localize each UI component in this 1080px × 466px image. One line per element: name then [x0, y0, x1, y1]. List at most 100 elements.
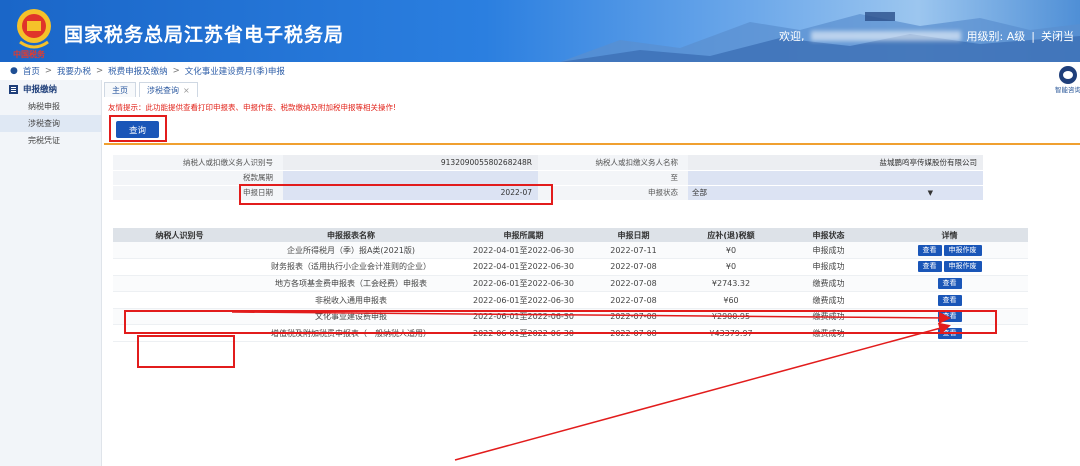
location-pin-icon: ● [10, 66, 18, 76]
emblem-caption: 中国税务 [13, 50, 45, 59]
table-row: 财务报表（适用执行小企业会计准则的企业） 2022-04-01至2022-06-… [113, 258, 1028, 276]
col-report-name: 申报报表名称 [246, 228, 456, 242]
breadcrumb-sep: > [44, 66, 52, 76]
cell-date: 2022-07-08 [591, 258, 676, 276]
user-area: 欢迎, 用级别: A级 | 关闭当 [779, 28, 1074, 44]
cell-name: 地方各项基金费申报表（工会经费）申报表 [246, 275, 456, 293]
cell-actions: 查看 [871, 291, 1028, 309]
cell-date: 2022-07-11 [591, 242, 676, 260]
breadcrumb-home[interactable]: 首页 [23, 65, 40, 77]
dropdown-arrow-icon: ▼ [927, 188, 933, 197]
cell-id [113, 275, 246, 293]
close-link[interactable]: 关闭当 [1041, 28, 1074, 44]
annotation-date-box [239, 184, 553, 205]
smart-assistant[interactable]: 智能咨询 [1055, 66, 1080, 96]
status-label: 申报状态 [538, 185, 688, 201]
col-detail: 详情 [871, 228, 1028, 242]
cell-status: 申报成功 [786, 258, 871, 276]
cell-amount: ¥0 [676, 242, 786, 260]
cell-period: 2022-04-01至2022-06-30 [456, 258, 591, 276]
annotation-row-box [124, 310, 997, 334]
breadcrumb-declare[interactable]: 税费申报及缴纳 [108, 65, 168, 77]
cell-actions: 查看 申报作废 [871, 242, 1028, 260]
sidebar-item-query[interactable]: 涉税查询 [0, 115, 101, 132]
annotation-query-box [109, 115, 167, 142]
col-status: 申报状态 [786, 228, 871, 242]
cell-id [113, 258, 246, 276]
table-header-row: 纳税人识别号 申报报表名称 申报所属期 申报日期 应补(退)税额 申报状态 详情 [113, 228, 1028, 242]
tax-emblem-icon [17, 9, 51, 49]
tax-period-label: 税款属期 [113, 170, 283, 186]
tip-text: 友情提示：此功能提供查看打印申报表、申报作废、税款缴纳及附加税申报等相关操作! [108, 103, 397, 112]
site-title: 国家税务总局江苏省电子税务局 [64, 24, 345, 46]
tab-query[interactable]: 涉税查询 × [139, 82, 198, 97]
breadcrumb-sep: > [172, 66, 180, 76]
page-root: 中国税务 国家税务总局江苏省电子税务局 欢迎, 用级别: A级 | 关闭当 ● … [0, 0, 1080, 466]
cell-status: 缴费成功 [786, 275, 871, 293]
cell-name: 财务报表（适用执行小企业会计准则的企业） [246, 258, 456, 276]
assistant-label: 智能咨询 [1055, 86, 1080, 94]
col-taxpayer-id: 纳税人识别号 [113, 228, 246, 242]
sidebar-head-label: 申报缴纳 [23, 85, 58, 95]
annotation-id-box [137, 335, 235, 368]
cell-status: 缴费成功 [786, 291, 871, 309]
view-button[interactable]: 查看 [937, 277, 962, 289]
sidebar-head[interactable]: 申报缴纳 [0, 80, 101, 98]
status-select[interactable]: 全部 ▼ [688, 185, 983, 201]
tab-home[interactable]: 主页 [104, 82, 136, 97]
sidebar: 申报缴纳 纳税申报 涉税查询 完税凭证 [0, 80, 102, 466]
user-name-redacted [810, 31, 961, 41]
headset-icon [1058, 66, 1077, 84]
col-date: 申报日期 [591, 228, 676, 242]
grid-icon [9, 84, 18, 94]
arrow-line [454, 322, 951, 461]
cell-id [113, 291, 246, 309]
view-button[interactable]: 查看 [917, 261, 942, 273]
cell-date: 2022-07-08 [591, 275, 676, 293]
tab-query-label: 涉税查询 [147, 85, 179, 95]
taxpayer-name-label: 纳税人或扣缴义务人名称 [538, 155, 688, 171]
breadcrumb-sep: > [96, 66, 104, 76]
col-period: 申报所属期 [456, 228, 591, 242]
cell-status: 申报成功 [786, 242, 871, 260]
table-row: 企业所得税月（季）报A类(2021版) 2022-04-01至2022-06-3… [113, 242, 1028, 260]
cell-date: 2022-07-08 [591, 291, 676, 309]
tax-period-start-input[interactable] [283, 170, 538, 186]
header-separator: | [1031, 29, 1035, 43]
status-select-value: 全部 [692, 188, 707, 197]
breadcrumb-tax[interactable]: 我要办税 [57, 65, 91, 77]
taxpayer-name-field: 盐城鹏鸣亭传媒股份有限公司 [688, 155, 983, 171]
cell-name: 非税收入通用申报表 [246, 291, 456, 309]
table-row: 地方各项基金费申报表（工会经费）申报表 2022-06-01至2022-06-3… [113, 275, 1028, 293]
col-amount: 应补(退)税额 [676, 228, 786, 242]
taxpayer-id-label: 纳税人或扣缴义务人识别号 [113, 155, 283, 171]
sidebar-item-certificate[interactable]: 完税凭证 [0, 132, 101, 149]
cell-amount: ¥0 [676, 258, 786, 276]
view-button[interactable]: 查看 [917, 244, 942, 256]
breadcrumb: ● 首页 > 我要办税 > 税费申报及缴纳 > 文化事业建设费月(季)申报 [0, 62, 1080, 80]
table-row: 非税收入通用申报表 2022-06-01至2022-06-30 2022-07-… [113, 291, 1028, 309]
cell-amount: ¥2743.32 [676, 275, 786, 293]
site-header: 中国税务 国家税务总局江苏省电子税务局 欢迎, 用级别: A级 | 关闭当 [0, 0, 1080, 62]
cell-name: 企业所得税月（季）报A类(2021版) [246, 242, 456, 260]
breadcrumb-current[interactable]: 文化事业建设费月(季)申报 [185, 65, 285, 77]
cell-actions: 查看 [871, 275, 1028, 293]
cell-period: 2022-06-01至2022-06-30 [456, 291, 591, 309]
cell-period: 2022-04-01至2022-06-30 [456, 242, 591, 260]
close-icon[interactable]: × [183, 86, 190, 95]
void-button[interactable]: 申报作废 [943, 244, 982, 256]
void-button[interactable]: 申报作废 [943, 261, 982, 273]
cell-actions: 查看 申报作废 [871, 258, 1028, 276]
view-button[interactable]: 查看 [937, 294, 962, 306]
tab-bar: 主页 涉税查询 × [104, 82, 198, 97]
cell-id [113, 242, 246, 260]
taxpayer-id-field: 913209005580268248R [283, 155, 538, 171]
cell-period: 2022-06-01至2022-06-30 [456, 275, 591, 293]
tax-period-end-input[interactable] [688, 170, 983, 186]
to-label: 至 [538, 170, 688, 186]
divider [104, 143, 1080, 145]
user-level: 用级别: A级 [966, 30, 1026, 43]
greeting: 欢迎, [779, 30, 805, 43]
sidebar-item-declare[interactable]: 纳税申报 [0, 98, 101, 115]
cell-amount: ¥60 [676, 291, 786, 309]
